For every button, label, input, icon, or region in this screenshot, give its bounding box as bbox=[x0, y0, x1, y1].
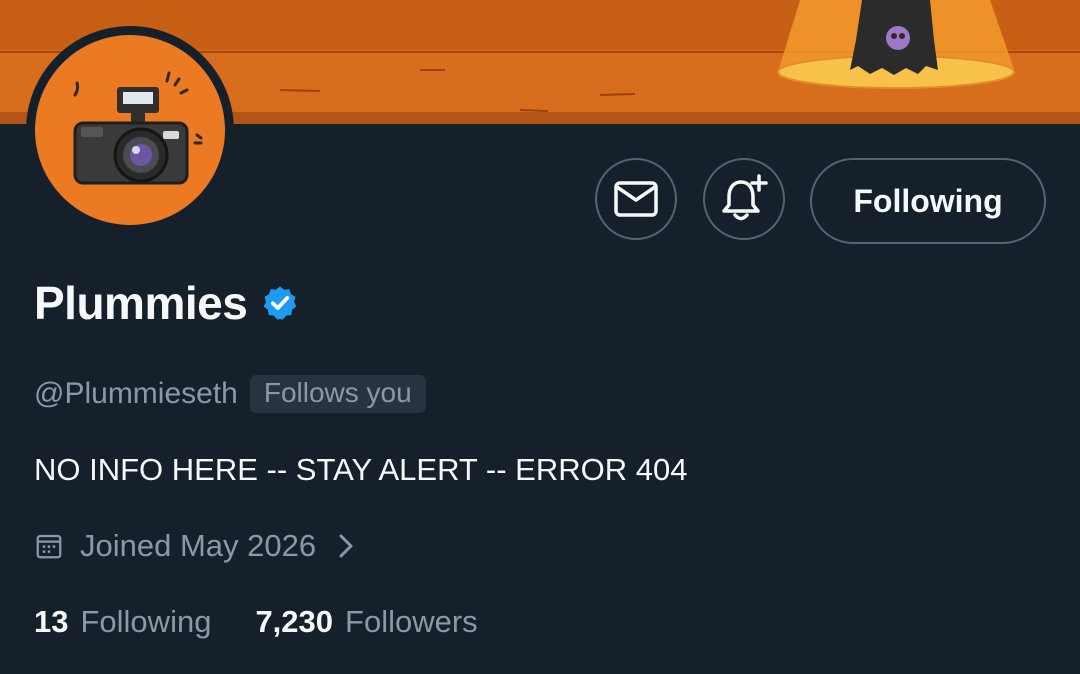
joined-date: Joined May 2026 bbox=[80, 528, 317, 563]
followers-stat-label: Followers bbox=[345, 604, 478, 639]
profile-bio: NO INFO HERE -- STAY ALERT -- ERROR 404 bbox=[34, 452, 688, 487]
notifications-button[interactable] bbox=[703, 158, 785, 240]
username-handle: @Plummieseth bbox=[34, 377, 238, 410]
camera-icon bbox=[73, 71, 203, 185]
message-button[interactable] bbox=[595, 158, 677, 240]
calendar-icon bbox=[36, 534, 62, 559]
chevron-right-icon bbox=[336, 532, 356, 560]
avatar[interactable] bbox=[26, 26, 234, 234]
verified-badge-icon[interactable] bbox=[261, 284, 299, 322]
follows-you-badge: Follows you bbox=[249, 375, 426, 413]
name-row: Plummies bbox=[34, 276, 299, 330]
followers-count: 7,230 bbox=[255, 604, 334, 639]
envelope-icon bbox=[614, 181, 658, 217]
display-name: Plummies bbox=[34, 277, 248, 329]
profile-page: Following Plummies @Plummieseth Follows … bbox=[0, 0, 1080, 674]
following-stat-label: Following bbox=[80, 604, 212, 639]
avatar-image bbox=[35, 35, 225, 225]
handle-row: @Plummieseth Follows you bbox=[34, 375, 426, 413]
following-count: 13 bbox=[34, 604, 69, 639]
following-stat-link[interactable]: 13 Following bbox=[34, 604, 211, 640]
following-button[interactable]: Following bbox=[810, 158, 1046, 244]
followers-stat-link[interactable]: 7,230 Followers bbox=[255, 604, 477, 640]
joined-date-row[interactable]: Joined May 2026 bbox=[34, 528, 356, 564]
bell-plus-icon bbox=[722, 174, 768, 221]
follow-stats: 13 Following 7,230 Followers bbox=[34, 604, 478, 640]
